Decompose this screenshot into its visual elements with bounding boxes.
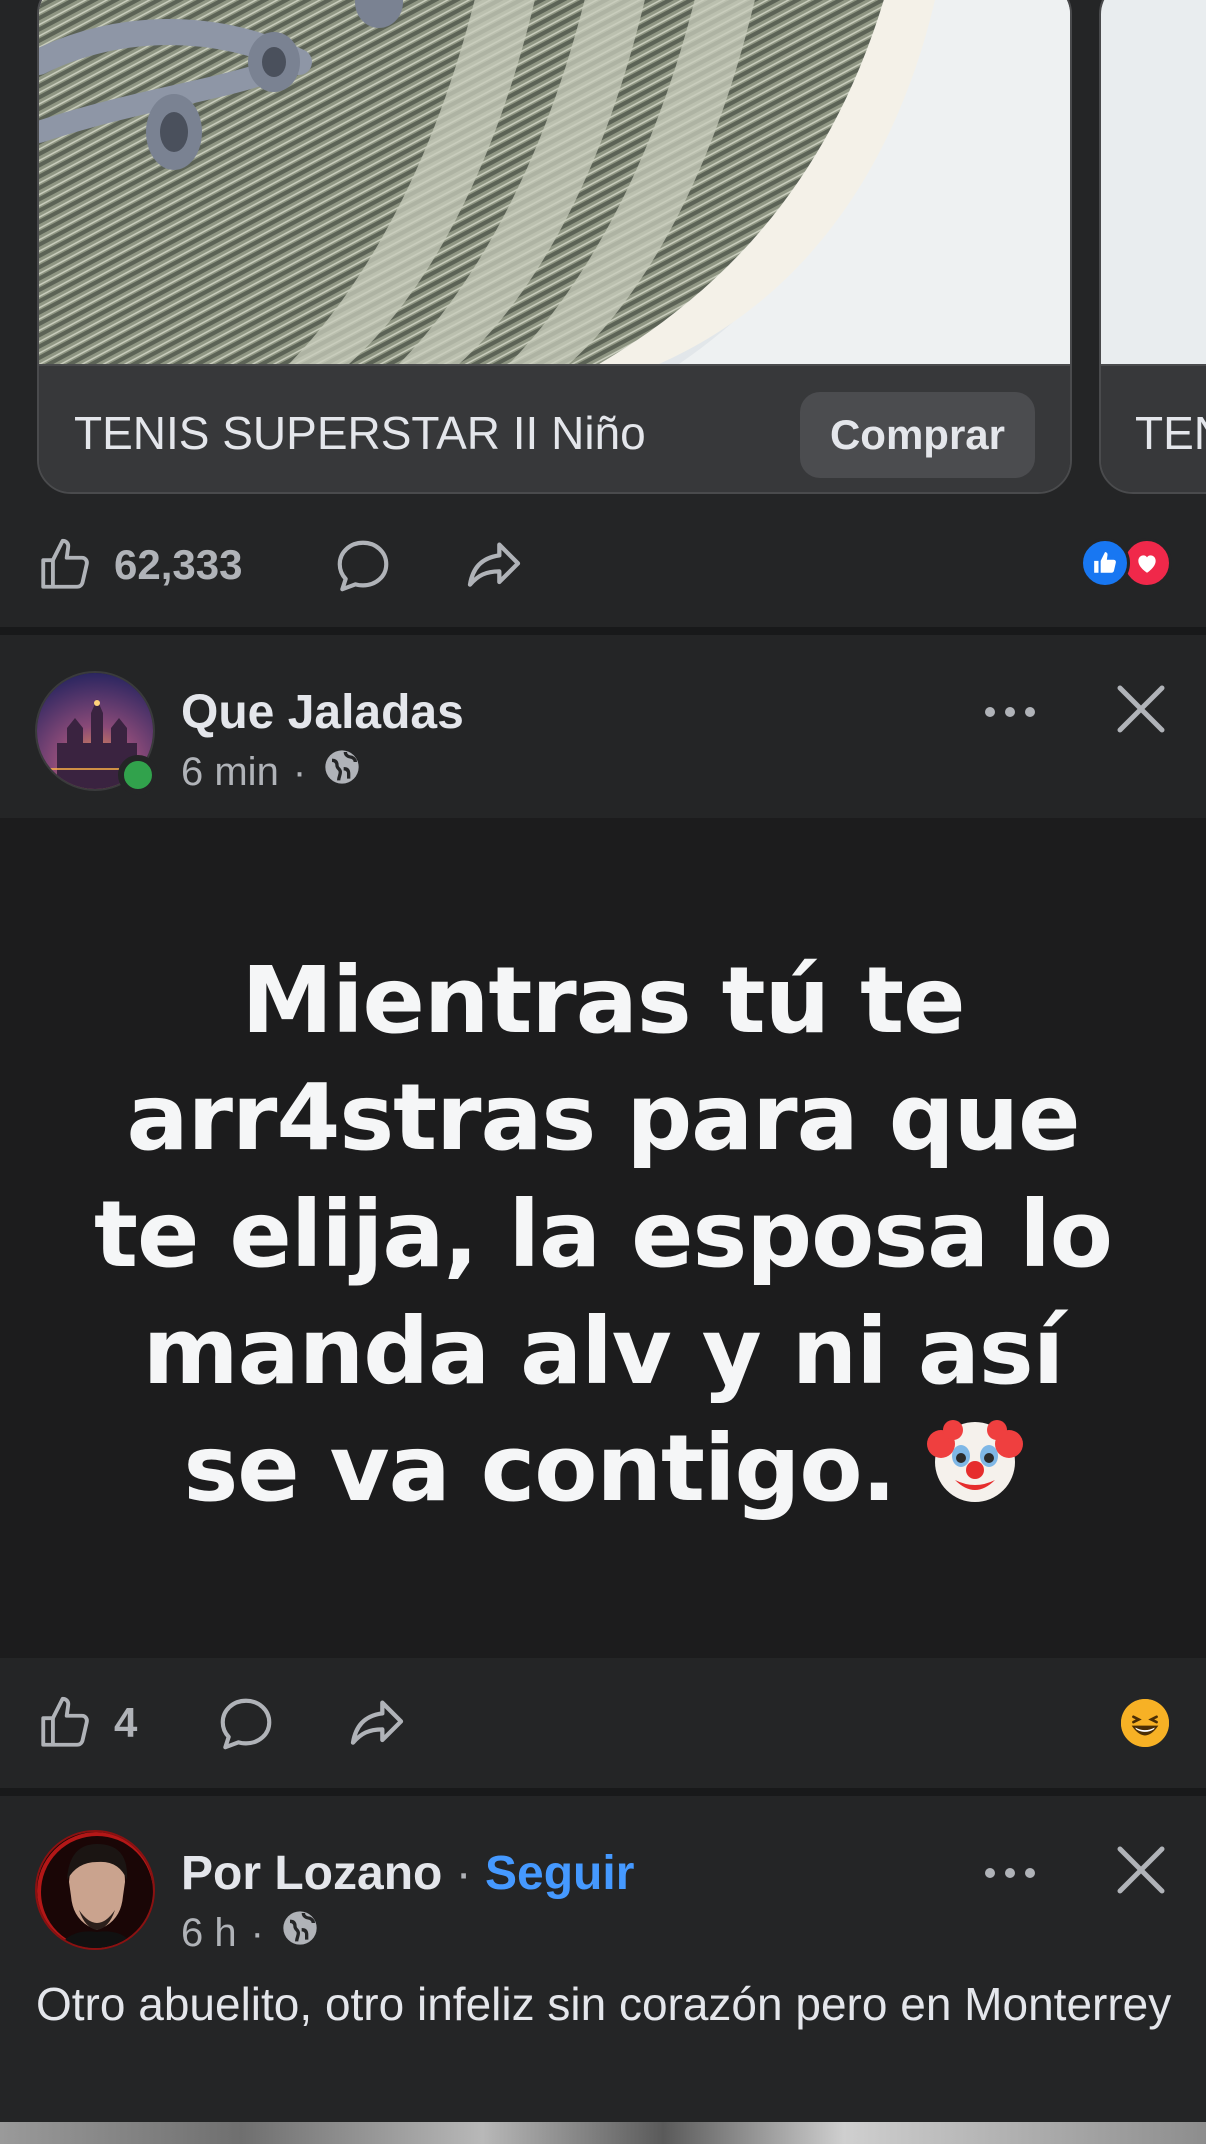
reaction-count: 4 — [114, 1699, 138, 1746]
meta-separator: · — [250, 1910, 264, 1955]
product-title[interactable]: TEN — [1135, 406, 1206, 460]
post-author[interactable]: Por Lozano — [181, 1847, 442, 1900]
feed: TENIS SUPERSTAR II Niño Comprar TEN 62,3… — [0, 0, 1206, 2144]
globe-icon — [280, 1908, 320, 1958]
author-separator: · — [455, 1847, 472, 1900]
reaction-summary[interactable] — [1118, 1696, 1172, 1750]
post-time[interactable]: 6 min — [181, 750, 279, 795]
post-time[interactable]: 6 h — [181, 1911, 237, 1956]
post-header: Que Jaladas 6 min · — [0, 635, 1206, 815]
product-card-footer: TENIS SUPERSTAR II Niño Comprar — [39, 364, 1070, 492]
comment-icon — [215, 1693, 277, 1755]
globe-icon — [322, 747, 362, 797]
post-meta: 6 h · — [181, 1908, 320, 1958]
post-divider — [0, 627, 1206, 635]
post-caption[interactable]: Otro abuelito, otro infeliz sin corazón … — [36, 1974, 1176, 2034]
avatar[interactable] — [35, 1830, 155, 1950]
like-button[interactable]: 4 — [36, 1694, 137, 1752]
product-card-footer: TEN — [1101, 364, 1206, 492]
reaction-count: 62,333 — [114, 541, 243, 588]
post-text: Mientras tú te arr4stras para que te eli… — [73, 942, 1133, 1535]
post-author[interactable]: Que Jaladas — [181, 685, 464, 740]
comment-button[interactable] — [332, 535, 394, 597]
thumbs-up-icon — [36, 1694, 94, 1752]
like-reaction-icon — [1080, 538, 1130, 588]
share-button[interactable] — [462, 534, 526, 598]
follow-button[interactable]: Seguir — [485, 1847, 634, 1900]
product-image[interactable] — [39, 0, 1070, 364]
more-options-button[interactable] — [980, 697, 1040, 727]
ad-carousel[interactable]: TENIS SUPERSTAR II Niño Comprar TEN — [0, 0, 1206, 500]
post-author-line: Por Lozano · Seguir — [181, 1846, 634, 1901]
meta-separator: · — [292, 749, 307, 794]
product-title[interactable]: TENIS SUPERSTAR II Niño — [74, 406, 646, 460]
thumbs-up-icon — [36, 536, 94, 594]
hide-post-button[interactable] — [1114, 1843, 1168, 1897]
close-icon — [1117, 685, 1165, 733]
haha-reaction-icon — [1118, 1696, 1172, 1750]
comment-icon — [332, 535, 394, 597]
post-photo[interactable] — [0, 2122, 1206, 2144]
ad-action-bar: 62,333 — [0, 500, 1206, 630]
comment-button[interactable] — [215, 1693, 277, 1755]
product-image[interactable] — [1101, 0, 1206, 364]
share-icon — [462, 534, 526, 598]
share-icon — [345, 1692, 409, 1756]
post-action-bar: 4 — [0, 1658, 1206, 1788]
share-button[interactable] — [345, 1692, 409, 1756]
more-horizontal-icon — [985, 707, 1035, 717]
product-card[interactable]: TENIS SUPERSTAR II Niño Comprar — [37, 0, 1072, 494]
post-divider — [0, 1788, 1206, 1796]
more-horizontal-icon — [985, 1868, 1035, 1878]
product-card[interactable]: TEN — [1099, 0, 1206, 494]
buy-button[interactable]: Comprar — [799, 392, 1035, 478]
text-post-body[interactable]: Mientras tú te arr4stras para que te eli… — [0, 818, 1206, 1658]
clown-emoji-icon — [926, 1412, 1023, 1535]
reaction-summary[interactable] — [1080, 538, 1172, 588]
post-meta: 6 min · — [181, 747, 362, 797]
close-icon — [1117, 1846, 1165, 1894]
like-button[interactable]: 62,333 — [36, 536, 242, 594]
more-options-button[interactable] — [980, 1858, 1040, 1888]
online-status-dot — [118, 755, 158, 795]
post-header: Por Lozano · Seguir 6 h · — [0, 1796, 1206, 1976]
hide-post-button[interactable] — [1114, 682, 1168, 736]
